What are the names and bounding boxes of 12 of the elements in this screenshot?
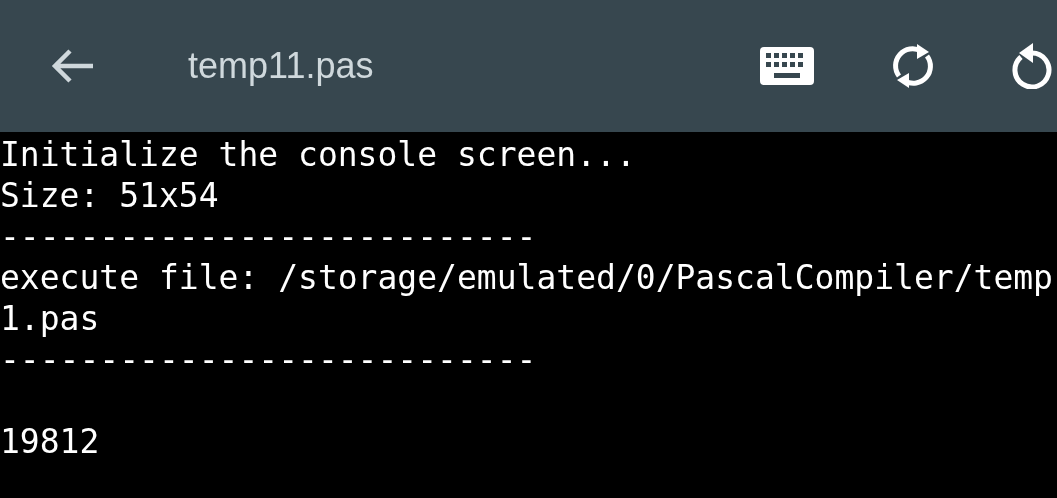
console-line: 19812 (0, 422, 100, 461)
console-line: --------------------------- (0, 217, 537, 256)
console-line: Size: 51x54 (0, 176, 219, 215)
reload-icon (1011, 43, 1053, 89)
console-line: execute file: /storage/emulated/0/PascalCompiler/temp (0, 258, 1053, 297)
console-line: --------------------------- (0, 340, 537, 379)
sync-icon (891, 42, 935, 90)
keyboard-icon (760, 47, 814, 85)
file-title: temp11.pas (188, 44, 375, 88)
console-line: 1.pas (0, 299, 100, 338)
console-line: Initialize the console screen... (0, 135, 636, 174)
back-arrow-icon (51, 48, 95, 84)
